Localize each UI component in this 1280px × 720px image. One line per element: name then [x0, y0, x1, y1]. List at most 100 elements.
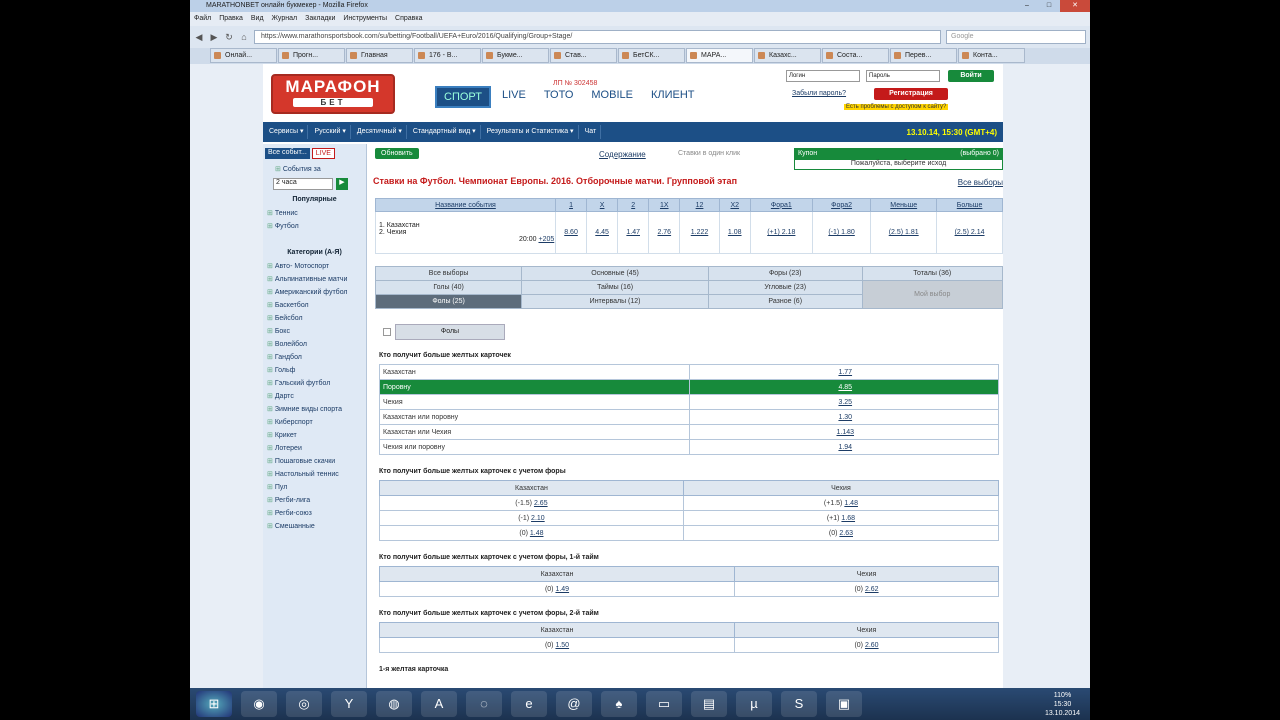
login-field[interactable]: Логин — [786, 70, 860, 82]
tab[interactable]: Онлай... — [210, 48, 277, 63]
sidebar-category-item[interactable]: Американский футбол — [263, 286, 366, 299]
menu-help[interactable]: Справка — [395, 12, 422, 26]
document-icon[interactable]: ▤ — [691, 691, 727, 717]
view-menu[interactable]: Стандартный вид ▾ — [409, 125, 481, 139]
handicap-cell[interactable]: (-1) 2.10 — [379, 510, 684, 526]
odd-value[interactable]: 2.60 — [865, 642, 879, 649]
sidebar-category-item[interactable]: Гандбол — [263, 351, 366, 364]
refresh-button[interactable]: Обновить — [375, 148, 419, 159]
search-input[interactable]: Google — [946, 30, 1086, 44]
market-tab[interactable]: Основные (45) — [521, 266, 709, 281]
sidebar-category-item[interactable]: Лотереи — [263, 442, 366, 455]
handicap-cell[interactable]: (0) 2.62 — [734, 581, 999, 597]
event-column-header[interactable]: 12 — [679, 198, 720, 212]
menu-bookmarks[interactable]: Закладки — [305, 12, 335, 26]
odd-value[interactable]: 1.77 — [688, 364, 999, 380]
close-button[interactable]: ✕ — [1060, 0, 1090, 12]
sidebar-category-item[interactable]: Регби-союз — [263, 507, 366, 520]
handicap-cell[interactable]: (0) 2.63 — [682, 525, 1000, 541]
nav-live[interactable]: LIVE — [495, 86, 533, 108]
login-button[interactable]: Войти — [948, 70, 994, 82]
coupon-title[interactable]: Купон — [798, 150, 817, 157]
tab[interactable]: Прогн... — [278, 48, 345, 63]
handicap-cell[interactable]: (0) 1.50 — [378, 637, 736, 653]
sidebar-category-item[interactable]: Киберспорт — [263, 416, 366, 429]
forward-icon[interactable]: ▶ — [209, 32, 219, 43]
odd-value[interactable]: 1.68 — [841, 515, 855, 522]
market-tab[interactable]: Таймы (16) — [521, 280, 709, 295]
app-icon[interactable]: ▣ — [826, 691, 862, 717]
my-choice-tab[interactable]: Мой выбор — [861, 280, 1003, 309]
sidebar-category-item[interactable]: Смешанные — [263, 520, 366, 533]
results-menu[interactable]: Результаты и Статистика ▾ — [483, 125, 579, 139]
tab[interactable]: Букме... — [482, 48, 549, 63]
event-column-header[interactable]: X2 — [718, 198, 751, 212]
sidebar-category-item[interactable]: Пул — [263, 481, 366, 494]
sidebar-category-item[interactable]: Регби-лига — [263, 494, 366, 507]
chrome-icon[interactable]: ◎ — [286, 691, 322, 717]
back-icon[interactable]: ◀ — [194, 32, 204, 43]
globe-icon[interactable]: ◍ — [376, 691, 412, 717]
firefox-icon[interactable]: ◉ — [241, 691, 277, 717]
maximize-button[interactable]: □ — [1038, 0, 1060, 12]
sidebar-item-football[interactable]: Футбол — [263, 220, 366, 233]
odd-cell[interactable]: 2.76 — [648, 211, 681, 254]
event-column-header[interactable]: 2 — [617, 198, 650, 212]
tab[interactable]: Конта... — [958, 48, 1025, 63]
handicap-cell[interactable]: (+1.5) 1.48 — [682, 495, 1000, 511]
folder-icon[interactable]: ▭ — [646, 691, 682, 717]
odd-cell[interactable]: (2.5) 1.81 — [870, 211, 938, 254]
tab-active[interactable]: МАРА... — [686, 48, 753, 63]
odds-format-menu[interactable]: Десятичный ▾ — [353, 125, 407, 139]
access-problem-link[interactable]: Есть проблемы с доступом к сайту? — [844, 104, 949, 110]
handicap-cell[interactable]: (+1) 1.68 — [682, 510, 1000, 526]
market-tab[interactable]: Форы (23) — [707, 266, 863, 281]
market-tab[interactable]: Интервалы (12) — [521, 294, 709, 309]
odd-value[interactable]: 1.48 — [530, 530, 544, 537]
tab[interactable]: 176 - В... — [414, 48, 481, 63]
market-tab-active[interactable]: Фолы (25) — [374, 294, 523, 309]
market-tab[interactable]: Угловые (23) — [707, 280, 863, 295]
odd-value[interactable]: 1.49 — [555, 586, 569, 593]
handicap-cell[interactable]: (0) 2.60 — [734, 637, 999, 653]
menu-tools[interactable]: Инструменты — [343, 12, 387, 26]
sidebar-category-item[interactable]: Авто- Мотоспорт — [263, 260, 366, 273]
skype-icon[interactable]: S — [781, 691, 817, 717]
market-tab[interactable]: Разное (6) — [707, 294, 863, 309]
nav-client[interactable]: КЛИЕНТ — [644, 86, 702, 108]
hours-select[interactable]: 2 часа — [273, 178, 333, 190]
event-column-header[interactable]: 1 — [554, 198, 588, 212]
sidebar-category-item[interactable]: Бокс — [263, 325, 366, 338]
handicap-cell[interactable]: (0) 1.48 — [379, 525, 684, 541]
odd-value[interactable]: 4.85 — [688, 379, 999, 395]
event-column-header[interactable]: Меньше — [870, 198, 938, 212]
live-tab[interactable]: LIVE — [311, 148, 335, 159]
market-tab[interactable]: Все выборы — [374, 266, 523, 281]
more-bets-link[interactable]: +205 — [538, 236, 554, 243]
tab[interactable]: Став... — [550, 48, 617, 63]
odd-value[interactable]: 2.65 — [534, 500, 548, 507]
sidebar-category-item[interactable]: Зимние виды спорта — [263, 403, 366, 416]
password-field[interactable]: Пароль — [866, 70, 940, 82]
chat-link[interactable]: Чат — [581, 125, 602, 139]
odd-value[interactable]: 1.143 — [688, 424, 999, 440]
odd-value[interactable]: 3.25 — [688, 394, 999, 410]
start-button[interactable]: ⊞ — [196, 691, 232, 717]
system-clock[interactable]: 110% 15:30 13.10.2014 — [1045, 691, 1090, 718]
odd-value[interactable]: 1.48 — [844, 500, 858, 507]
event-column-header[interactable]: Фора2 — [811, 198, 872, 212]
odd-cell[interactable]: (-1) 1.80 — [811, 211, 872, 254]
odd-value[interactable]: 2.62 — [865, 586, 879, 593]
menu-edit[interactable]: Правка — [219, 12, 243, 26]
odd-cell[interactable]: (2.5) 2.14 — [936, 211, 1003, 254]
tab[interactable]: Перев... — [890, 48, 957, 63]
fouls-button[interactable]: Фолы — [395, 324, 505, 340]
site-logo[interactable]: МАРАФОН БЕТ — [271, 74, 395, 114]
tab[interactable]: Соста... — [822, 48, 889, 63]
tab[interactable]: Главная — [346, 48, 413, 63]
market-tab[interactable]: Голы (40) — [374, 280, 523, 295]
sidebar-category-item[interactable]: Баскетбол — [263, 299, 366, 312]
event-column-header[interactable]: Фора1 — [749, 198, 813, 212]
app-icon[interactable]: ♠ — [601, 691, 637, 717]
odd-value[interactable]: 1.94 — [688, 439, 999, 455]
